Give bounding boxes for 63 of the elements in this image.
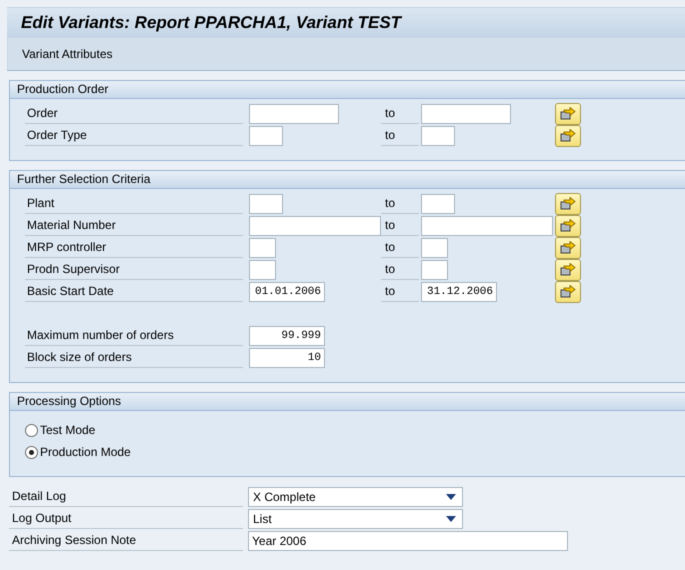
field-label: Material Number — [25, 216, 243, 236]
dropdown[interactable]: X Complete — [248, 487, 463, 507]
input-field[interactable] — [421, 216, 553, 236]
group-title: Production Order — [10, 81, 685, 99]
to-label: to — [381, 126, 419, 146]
variant-attributes-button[interactable]: Variant Attributes — [22, 47, 112, 61]
input-field[interactable] — [249, 104, 339, 124]
group-title: Processing Options — [10, 393, 685, 411]
input-field[interactable]: 99.999 — [249, 326, 325, 346]
multiple-selection-button[interactable] — [555, 215, 581, 237]
multiple-selection-button[interactable] — [555, 103, 581, 125]
caret-icon — [446, 494, 456, 500]
input-field[interactable] — [249, 238, 276, 258]
arrow-icon — [560, 241, 576, 255]
to-label: to — [381, 194, 419, 214]
input-field[interactable] — [421, 194, 455, 214]
field-label: Plant — [25, 194, 243, 214]
radio-button[interactable] — [25, 424, 38, 436]
input-field[interactable] — [421, 126, 455, 146]
input-field[interactable] — [249, 260, 276, 280]
input-field[interactable] — [249, 194, 283, 214]
arrow-icon — [560, 219, 576, 233]
arrow-icon — [560, 197, 576, 211]
input-field[interactable]: 01.01.2006 — [249, 282, 325, 302]
to-label: to — [381, 238, 419, 258]
field-label: Prodn Supervisor — [25, 260, 243, 280]
option-label: Test Mode — [40, 423, 96, 437]
to-label: to — [381, 260, 419, 280]
field-label: Log Output — [9, 509, 243, 529]
input-field[interactable] — [421, 104, 511, 124]
radio-button[interactable] — [25, 446, 38, 458]
arrow-icon — [560, 107, 576, 121]
arrow-icon — [560, 129, 576, 143]
field-label: Order — [25, 104, 243, 124]
multiple-selection-button[interactable] — [555, 193, 581, 215]
multiple-selection-button[interactable] — [555, 125, 581, 147]
field-label: Detail Log — [9, 487, 243, 507]
input-field[interactable] — [249, 216, 381, 236]
to-label: to — [381, 104, 419, 124]
multiple-selection-button[interactable] — [555, 237, 581, 259]
field-label: Maximum number of orders — [25, 326, 243, 346]
to-label: to — [381, 282, 419, 302]
group-title: Further Selection Criteria — [10, 171, 685, 189]
multiple-selection-button[interactable] — [555, 281, 581, 303]
window-title: Edit Variants: Report PPARCHA1, Variant TEST — [21, 13, 402, 33]
input-field[interactable]: 10 — [249, 348, 325, 368]
input-field[interactable] — [421, 260, 448, 280]
field-label: Archiving Session Note — [9, 531, 243, 551]
input-field[interactable] — [421, 238, 448, 258]
arrow-icon — [560, 263, 576, 277]
field-label: Block size of orders — [25, 348, 243, 368]
multiple-selection-button[interactable] — [555, 259, 581, 281]
field-label: MRP controller — [25, 238, 243, 258]
input-field[interactable]: 31.12.2006 — [421, 282, 497, 302]
input-field[interactable]: Year 2006 — [248, 531, 568, 551]
field-label: Order Type — [25, 126, 243, 146]
field-label: Basic Start Date — [25, 282, 243, 302]
option-label: Production Mode — [40, 445, 131, 459]
input-field[interactable] — [249, 126, 283, 146]
caret-icon — [446, 516, 456, 522]
dropdown[interactable]: List — [248, 509, 463, 529]
to-label: to — [381, 216, 419, 236]
arrow-icon — [560, 285, 576, 299]
